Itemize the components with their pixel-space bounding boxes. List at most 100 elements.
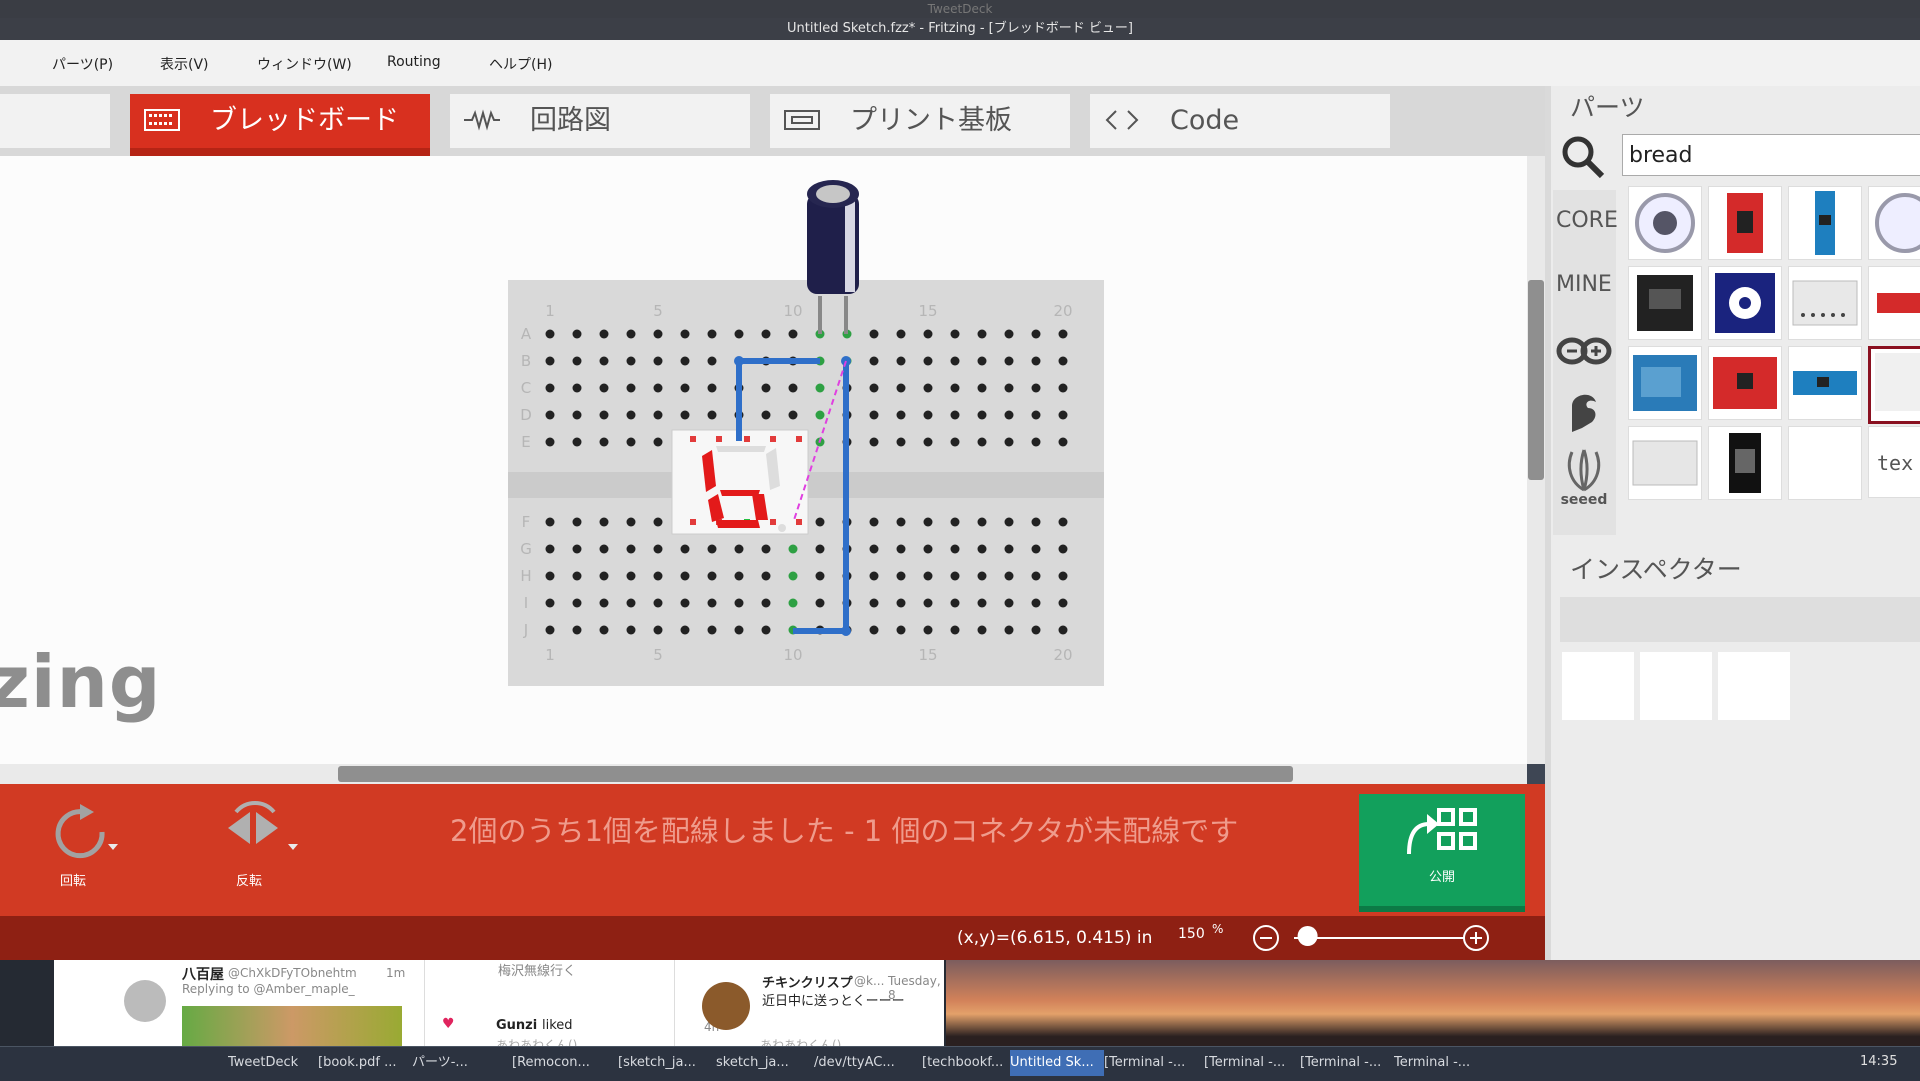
parts-search-input[interactable] bbox=[1622, 134, 1920, 176]
like-text: liked bbox=[542, 1018, 573, 1033]
tab-breadboard[interactable]: ブレッドボード bbox=[130, 94, 430, 156]
breadboard-hole bbox=[653, 517, 663, 527]
part-tile[interactable] bbox=[1708, 426, 1782, 500]
publish-button[interactable]: 公開 bbox=[1359, 794, 1525, 912]
part-tile[interactable] bbox=[1788, 266, 1862, 340]
breadboard-hole bbox=[1058, 383, 1068, 393]
taskbar-item[interactable]: TweetDeck bbox=[228, 1050, 316, 1076]
taskbar-item[interactable]: [techbookf... bbox=[922, 1050, 1008, 1076]
taskbar-item[interactable]: [sketch_ja... bbox=[618, 1050, 712, 1076]
zoom-slider-thumb[interactable] bbox=[1297, 926, 1318, 946]
part-tile[interactable] bbox=[1788, 426, 1862, 500]
arduino-bin-icon[interactable] bbox=[1556, 334, 1612, 368]
menu-routing[interactable]: Routing bbox=[387, 54, 441, 70]
part-tile[interactable] bbox=[1628, 346, 1702, 420]
breadboard-hole bbox=[1031, 544, 1041, 554]
breadboard-hole bbox=[923, 625, 933, 635]
horizontal-scroll-thumb[interactable] bbox=[338, 766, 1293, 782]
breadboard-hole bbox=[572, 598, 582, 608]
breadboard-hole bbox=[923, 329, 933, 339]
part-tile[interactable] bbox=[1708, 186, 1782, 260]
tab-code[interactable]: Code bbox=[1090, 94, 1390, 148]
zoom-in-icon[interactable] bbox=[1463, 925, 1489, 951]
breadboard-hole bbox=[572, 383, 582, 393]
zoom-value: 150 bbox=[1178, 926, 1205, 942]
column-divider bbox=[424, 960, 425, 1050]
clock: 14:35 bbox=[1860, 1054, 1898, 1069]
part-tile[interactable] bbox=[1788, 346, 1862, 420]
bin-mine[interactable]: MINE bbox=[1556, 272, 1612, 297]
parts-grid: tex bbox=[1628, 186, 1920, 531]
seeed-bin-icon[interactable]: seeed bbox=[1556, 446, 1612, 508]
breadboard-row-label: C bbox=[521, 379, 531, 397]
taskbar-item[interactable]: [book.pdf ... bbox=[318, 1050, 410, 1076]
breadboard-hole bbox=[869, 517, 879, 527]
taskbar-item[interactable]: Untitled Sk... bbox=[1010, 1050, 1104, 1076]
breadboard-hole bbox=[1031, 329, 1041, 339]
part-tile[interactable] bbox=[1868, 186, 1920, 260]
tab-welcome[interactable] bbox=[0, 94, 110, 148]
tab-pcb[interactable]: プリント基板 bbox=[770, 94, 1070, 148]
breadboard-canvas[interactable]: 1 5 10 15 20 1 5 10 15 20 A B C D E F G H I J bbox=[0, 156, 1527, 784]
taskbar-item[interactable]: /dev/ttyAC... bbox=[814, 1050, 910, 1076]
part-tile-text[interactable]: tex bbox=[1868, 426, 1920, 498]
part-tile[interactable] bbox=[1708, 346, 1782, 420]
bin-core[interactable]: CORE bbox=[1556, 208, 1618, 233]
taskbar-item[interactable]: [Terminal -... bbox=[1104, 1050, 1200, 1076]
tweet-image[interactable] bbox=[182, 1006, 402, 1050]
breadboard-hole bbox=[545, 571, 555, 581]
breadboard-hole bbox=[896, 383, 906, 393]
part-tile[interactable] bbox=[1628, 266, 1702, 340]
tab-schematic[interactable]: 回路図 bbox=[450, 94, 750, 148]
part-tile[interactable] bbox=[1708, 266, 1782, 340]
breadboard-hole bbox=[680, 410, 690, 420]
breadboard-hole bbox=[950, 544, 960, 554]
search-icon[interactable] bbox=[1560, 134, 1608, 182]
tweetdeck-window[interactable]: 八百屋 @ChXkDFyTObnehtm 1m Replying to @Amb… bbox=[54, 960, 944, 1052]
zoom-out-icon[interactable] bbox=[1253, 925, 1279, 951]
breadboard-hole bbox=[572, 544, 582, 554]
breadboard-hole bbox=[599, 598, 609, 608]
breadboard-hole bbox=[869, 329, 879, 339]
breadboard-hole bbox=[869, 544, 879, 554]
taskbar-item[interactable]: [Terminal -... bbox=[1204, 1050, 1296, 1076]
part-tile[interactable] bbox=[1628, 186, 1702, 260]
tweet-handle: @ChXkDFyTObnehtm bbox=[228, 966, 357, 980]
breadboard-column-number: 10 bbox=[783, 302, 802, 320]
breadboard-hole bbox=[788, 410, 798, 420]
breadboard-row-label: A bbox=[521, 325, 532, 343]
taskbar-item[interactable]: [Terminal -... bbox=[1300, 1050, 1390, 1076]
taskbar-item[interactable]: パーツ-... bbox=[412, 1050, 508, 1076]
vertical-scroll-thumb[interactable] bbox=[1528, 280, 1544, 480]
breadboard-hole bbox=[977, 598, 987, 608]
breadboard-hole bbox=[869, 437, 879, 447]
breadboard-hole bbox=[599, 625, 609, 635]
breadboard-hole bbox=[977, 544, 987, 554]
sparkfun-bin-icon[interactable] bbox=[1562, 388, 1606, 432]
breadboard-hole bbox=[1004, 517, 1014, 527]
part-tile[interactable] bbox=[1868, 266, 1920, 340]
breadboard-hole bbox=[545, 356, 555, 366]
breadboard-hole bbox=[599, 544, 609, 554]
part-tile[interactable] bbox=[1788, 186, 1862, 260]
menu-parts[interactable]: パーツ(P) bbox=[52, 54, 113, 74]
flip-icon[interactable] bbox=[220, 798, 304, 862]
menu-view[interactable]: 表示(V) bbox=[160, 54, 209, 74]
breadboard-hole bbox=[815, 571, 825, 581]
breadboard-column-number: 5 bbox=[653, 302, 663, 320]
routing-status-message: 2個のうち1個を配線しました - 1 個のコネクタが未配線です bbox=[450, 814, 1239, 848]
breadboard-hole bbox=[950, 410, 960, 420]
seven-segment-display[interactable] bbox=[671, 429, 809, 535]
part-tile-selected[interactable] bbox=[1868, 346, 1920, 424]
taskbar-item[interactable]: [Remocon... bbox=[512, 1050, 614, 1076]
rotate-label: 回転 bbox=[60, 874, 87, 889]
taskbar-item[interactable]: sketch_ja... bbox=[716, 1050, 810, 1076]
breadboard-hole bbox=[950, 517, 960, 527]
menu-help[interactable]: ヘルプ(H) bbox=[489, 54, 552, 74]
menu-bar: パーツ(P) 表示(V) ウィンドウ(W) Routing ヘルプ(H) bbox=[0, 40, 1920, 87]
rotate-icon[interactable] bbox=[44, 798, 128, 862]
part-tile[interactable] bbox=[1628, 426, 1702, 500]
menu-window[interactable]: ウィンドウ(W) bbox=[257, 54, 352, 74]
taskbar-item[interactable]: Terminal -... bbox=[1394, 1050, 1486, 1076]
breadboard-hole bbox=[653, 598, 663, 608]
